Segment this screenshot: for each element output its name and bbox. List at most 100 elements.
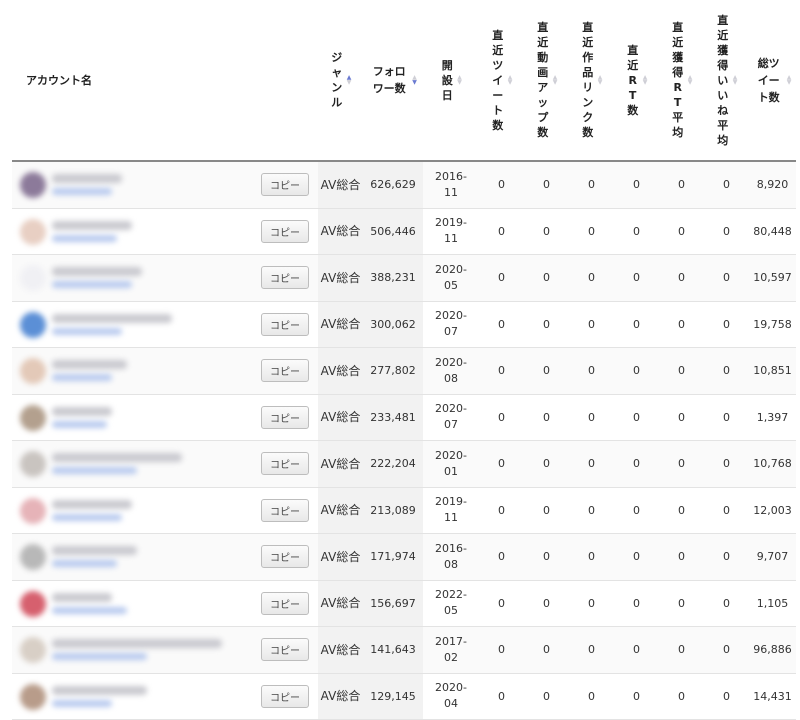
genre-cell: AV総合: [318, 208, 363, 255]
genre-cell: AV総合: [318, 487, 363, 534]
copy-button[interactable]: コピー: [261, 312, 309, 336]
recent-tweets-cell: 0: [479, 301, 524, 348]
genre-cell: AV総合: [318, 440, 363, 488]
copy-cell: コピー: [252, 440, 318, 488]
account-handle-blurred[interactable]: [52, 327, 122, 335]
sort-icon[interactable]: ▲ ▼: [508, 75, 513, 86]
avatar[interactable]: [20, 265, 46, 291]
account-name-blurred[interactable]: [52, 220, 132, 230]
account-cell[interactable]: [12, 626, 252, 674]
copy-button[interactable]: コピー: [261, 638, 309, 662]
account-handle-blurred[interactable]: [52, 699, 112, 707]
account-handle-blurred[interactable]: [52, 513, 122, 521]
account-name-blurred[interactable]: [52, 267, 142, 276]
avatar[interactable]: [20, 590, 46, 617]
header-account[interactable]: アカウント名: [12, 0, 252, 162]
copy-button[interactable]: コピー: [261, 219, 309, 243]
avatar[interactable]: [20, 637, 46, 663]
header-recent-videos[interactable]: 直近動画アップ数 ▲ ▼: [524, 0, 569, 162]
account-cell[interactable]: [12, 394, 252, 441]
header-account-label: アカウント名: [26, 74, 92, 87]
account-cell[interactable]: [12, 347, 252, 395]
copy-button[interactable]: コピー: [261, 684, 309, 708]
account-handle-blurred[interactable]: [52, 653, 147, 660]
copy-button[interactable]: コピー: [261, 591, 309, 615]
header-recent-links[interactable]: 直近作品リンク数 ▲ ▼: [569, 0, 614, 162]
account-cell[interactable]: [12, 161, 252, 209]
followers-cell: 222,204: [363, 440, 423, 488]
genre-cell: AV総合: [318, 673, 363, 720]
account-cell[interactable]: [12, 487, 252, 534]
header-founded[interactable]: 開設日 ▲ ▼: [423, 0, 479, 162]
account-name-blurred[interactable]: [52, 499, 132, 509]
avatar[interactable]: [20, 358, 46, 384]
account-handle-blurred[interactable]: [52, 420, 107, 428]
sort-icon[interactable]: ▲ ▼: [457, 75, 462, 86]
header-genre[interactable]: ジャンル ▲ ▼: [318, 0, 363, 162]
account-handle-blurred[interactable]: [52, 281, 132, 288]
header-recent-likes-avg[interactable]: 直近獲得いいね平均 ▲ ▼: [704, 0, 749, 162]
recent-links-cell: 0: [569, 580, 614, 627]
account-cell[interactable]: [12, 580, 252, 627]
copy-cell: コピー: [252, 580, 318, 627]
genre-cell: AV総合: [318, 580, 363, 627]
copy-button[interactable]: コピー: [261, 405, 309, 429]
copy-button[interactable]: コピー: [261, 359, 309, 383]
sort-icon[interactable]: ▲ ▼: [553, 75, 558, 86]
header-recent-rt-avg[interactable]: 直近獲得RT平均 ▲ ▼: [659, 0, 704, 162]
account-name-blurred[interactable]: [52, 639, 222, 648]
account-cell[interactable]: [12, 208, 252, 255]
avatar[interactable]: [20, 451, 46, 477]
header-copy: [252, 0, 318, 162]
account-handle-blurred[interactable]: [52, 560, 117, 567]
avatar[interactable]: [20, 544, 46, 570]
founded-cell: 2016- 08: [423, 533, 479, 581]
account-name-blurred[interactable]: [52, 546, 137, 555]
copy-button[interactable]: コピー: [261, 266, 309, 290]
sort-icon[interactable]: ▲ ▼: [643, 75, 648, 86]
account-cell[interactable]: [12, 301, 252, 348]
sort-icon[interactable]: ▲ ▼: [598, 75, 603, 86]
account-cell[interactable]: [12, 254, 252, 302]
avatar[interactable]: [20, 404, 46, 431]
account-name-blurred[interactable]: [52, 174, 122, 183]
header-recent-tweets[interactable]: 直近ツイート数 ▲ ▼: [479, 0, 524, 162]
account-handle-blurred[interactable]: [52, 188, 112, 195]
avatar[interactable]: [20, 311, 46, 338]
account-name-blurred[interactable]: [52, 592, 112, 602]
account-name-blurred[interactable]: [52, 360, 127, 369]
sort-icon[interactable]: ▲ ▼: [688, 75, 693, 86]
total-tweets-cell: 1,397: [749, 394, 796, 441]
copy-button[interactable]: コピー: [261, 173, 309, 197]
avatar[interactable]: [20, 218, 46, 245]
account-cell[interactable]: [12, 440, 252, 488]
sort-icon[interactable]: ▲ ▼: [347, 75, 352, 86]
sort-icon[interactable]: ▲ ▼: [787, 75, 792, 86]
recent-tweets-cell: 0: [479, 673, 524, 720]
sort-icon[interactable]: ▲ ▼: [733, 75, 738, 86]
copy-button[interactable]: コピー: [261, 452, 309, 476]
account-name-blurred[interactable]: [52, 453, 182, 462]
copy-button[interactable]: コピー: [261, 498, 309, 522]
founded-year: 2020-: [435, 262, 467, 276]
founded-cell: 2019- 11: [423, 487, 479, 534]
recent-tweets-cell: 0: [479, 208, 524, 255]
table-row: コピー AV総合 213,089 2019- 11 0 0 0 0 0 0 12,…: [12, 487, 796, 534]
account-handle-blurred[interactable]: [52, 374, 112, 381]
account-handle-blurred[interactable]: [52, 606, 127, 614]
header-recent-rt[interactable]: 直近RT数 ▲ ▼: [614, 0, 659, 162]
account-name-blurred[interactable]: [52, 406, 112, 416]
copy-button[interactable]: コピー: [261, 545, 309, 569]
header-total-tweets[interactable]: 総ツイート数 ▲ ▼: [749, 0, 796, 162]
account-cell[interactable]: [12, 533, 252, 581]
sort-icon[interactable]: ▲ ▼: [412, 75, 417, 86]
avatar[interactable]: [20, 497, 46, 524]
avatar[interactable]: [20, 172, 46, 198]
account-cell[interactable]: [12, 673, 252, 720]
founded-month: 02: [444, 650, 458, 664]
account-handle-blurred[interactable]: [52, 467, 137, 474]
header-followers[interactable]: フォロワー数 ▲ ▼: [363, 0, 423, 162]
account-name-blurred[interactable]: [52, 685, 147, 695]
account-handle-blurred[interactable]: [52, 234, 117, 242]
account-name-blurred[interactable]: [52, 313, 172, 323]
